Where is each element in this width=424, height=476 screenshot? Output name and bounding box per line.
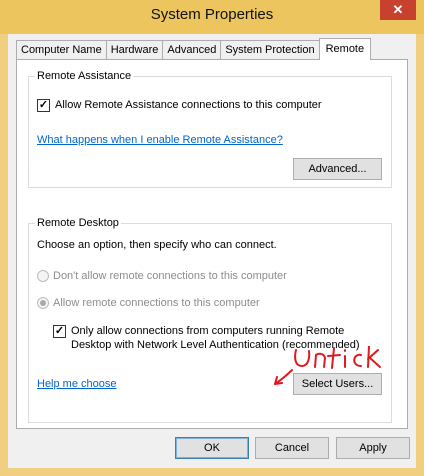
tab-system-protection[interactable]: System Protection (220, 40, 320, 60)
window-title: System Properties (150, 6, 274, 23)
tab-advanced[interactable]: Advanced (162, 40, 222, 60)
untick-annotation (274, 346, 381, 385)
ok-button[interactable]: OK (175, 437, 249, 459)
allow-remote-assistance-label: Allow Remote Assistance connections to t… (55, 99, 322, 111)
tab-remote[interactable]: Remote (318, 38, 372, 60)
dont-allow-remote-label: Don't allow remote connections to this c… (53, 270, 287, 282)
tab-strip: Computer Name Hardware Advanced System P… (16, 38, 372, 60)
dialog-client-area: Computer Name Hardware Advanced System P… (8, 34, 416, 468)
close-icon: ✕ (392, 2, 404, 17)
remote-assistance-group-title: Remote Assistance (35, 70, 134, 82)
allow-remote-radio[interactable] (37, 297, 49, 309)
help-me-choose-link[interactable]: Help me choose (37, 378, 117, 390)
dont-allow-remote-radio[interactable] (37, 270, 49, 282)
remote-desktop-instruction: Choose an option, then specify who can c… (37, 239, 277, 251)
advanced-button[interactable]: Advanced... (293, 158, 382, 180)
tab-hardware[interactable]: Hardware (105, 40, 164, 60)
close-button[interactable]: ✕ (380, 0, 416, 20)
remote-desktop-group-title: Remote Desktop (35, 217, 121, 229)
remote-assistance-help-link[interactable]: What happens when I enable Remote Assist… (37, 134, 283, 146)
remote-assistance-group: Remote Assistance ✓ Allow Remote Assista… (28, 70, 392, 188)
cancel-button[interactable]: Cancel (255, 437, 329, 459)
title-bar[interactable]: System Properties ✕ (0, 0, 424, 34)
remote-tab-panel: Remote Assistance ✓ Allow Remote Assista… (16, 59, 408, 429)
nla-only-checkbox[interactable]: ✓ (53, 325, 66, 338)
nla-only-label-line1: Only allow connections from computers ru… (71, 325, 345, 337)
system-properties-window: System Properties ✕ Computer Name Hardwa… (0, 0, 424, 476)
apply-button[interactable]: Apply (336, 437, 410, 459)
allow-remote-assistance-checkbox[interactable]: ✓ (37, 99, 50, 112)
tab-computer-name[interactable]: Computer Name (16, 40, 107, 60)
allow-remote-label: Allow remote connections to this compute… (53, 297, 260, 309)
